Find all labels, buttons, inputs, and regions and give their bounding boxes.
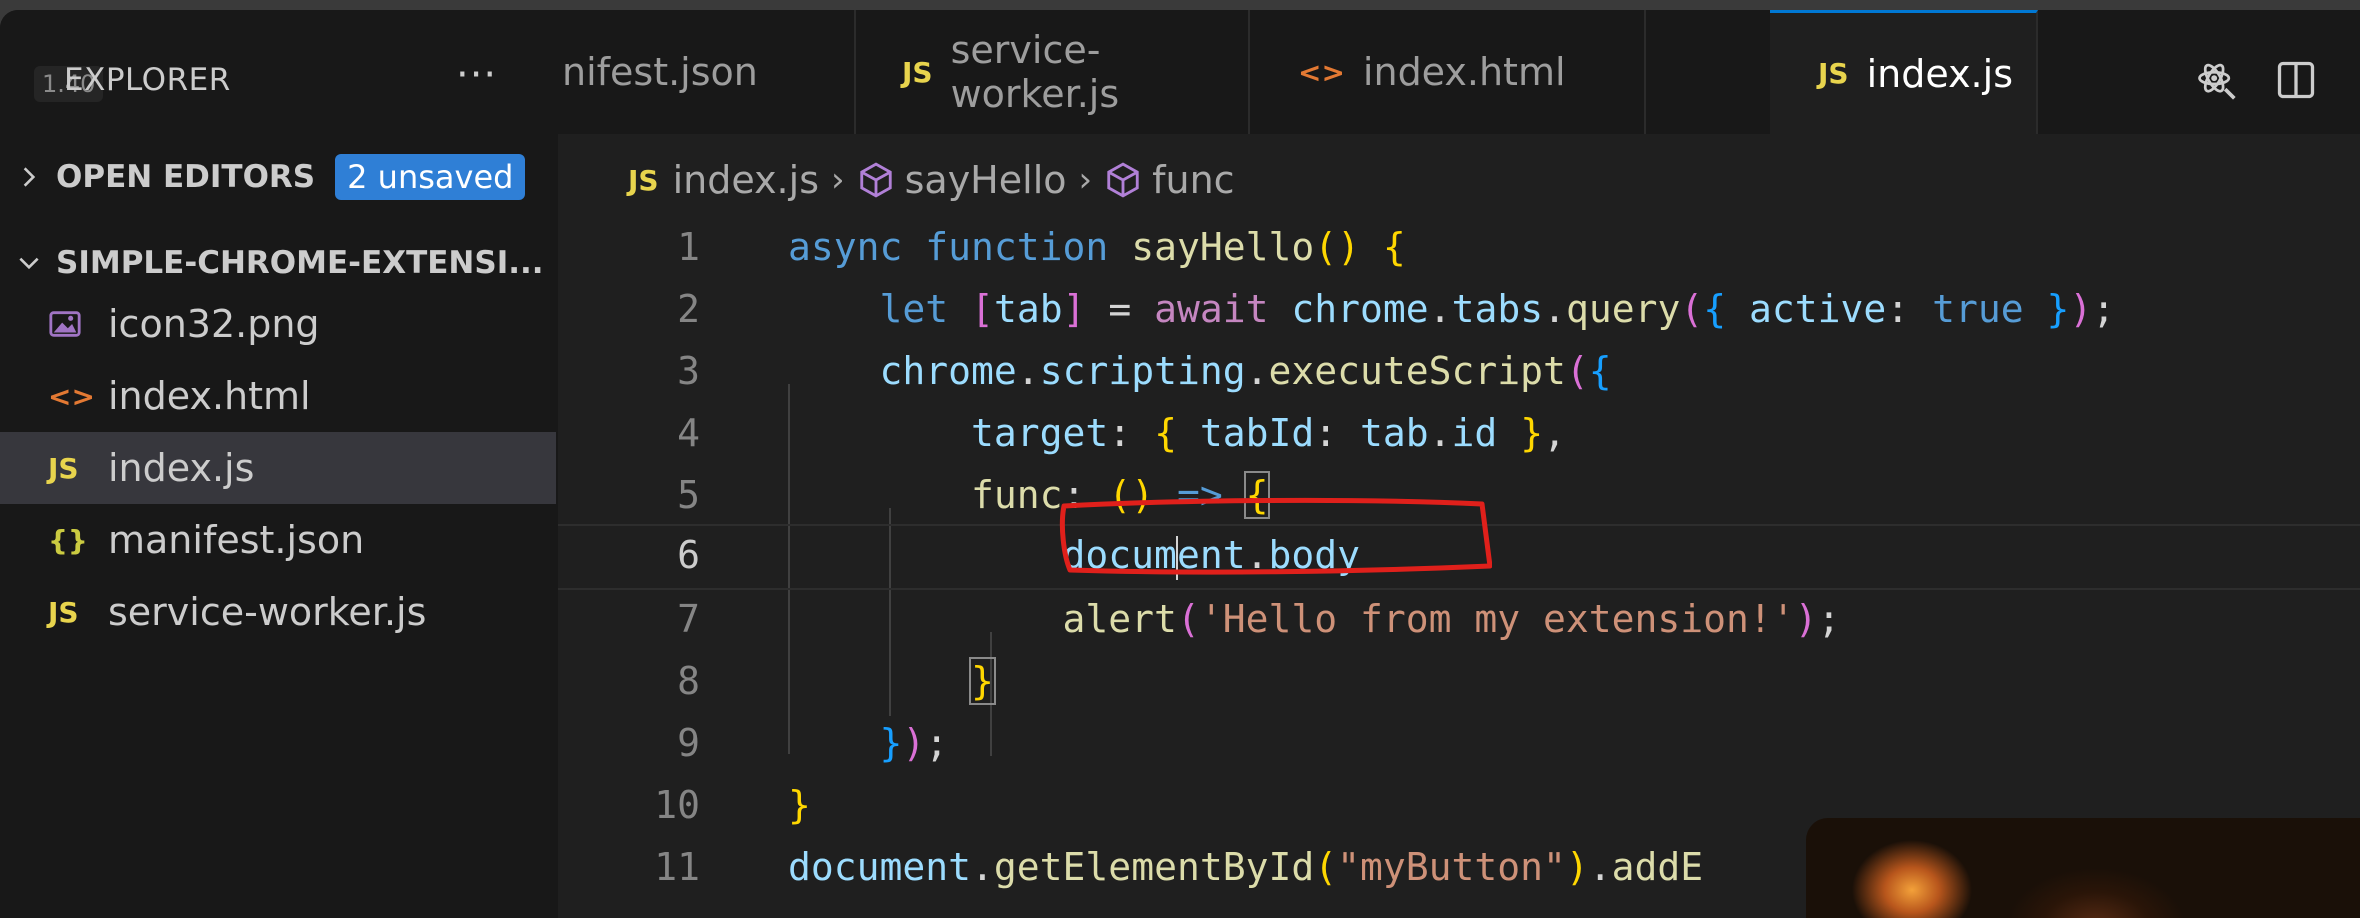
chevron-right-icon: › [831, 160, 845, 200]
tab-label: service-worker.js [950, 28, 1120, 116]
file-item[interactable]: <> index.html [0, 360, 556, 432]
code-text: }); [879, 721, 949, 765]
tab-index-html[interactable]: <> index.html [1248, 10, 1646, 134]
code-line: 7 alert('Hello from my extension!'); [558, 588, 2360, 650]
breadcrumb-symbol[interactable]: func [1152, 158, 1234, 202]
editor-tab-bar: nifest.json JS service-worker.js <> inde… [558, 10, 2360, 136]
code-text: chrome.scripting.executeScript({ [879, 349, 1612, 393]
js-icon: JS [48, 595, 79, 629]
line-number: 2 [677, 287, 700, 331]
code-line: 9 }); [558, 712, 2360, 774]
breadcrumb-symbol[interactable]: sayHello [905, 158, 1067, 202]
code-text: alert('Hello from my extension!'); [1062, 597, 1841, 641]
file-item[interactable]: JS service-worker.js [0, 576, 556, 648]
line-number: 8 [677, 659, 700, 703]
line-number: 4 [677, 411, 700, 455]
method-cube-icon [859, 162, 892, 198]
open-editors-section[interactable]: OPEN EDITORS 2 unsaved [0, 146, 556, 208]
line-number: 9 [677, 721, 700, 765]
file-item[interactable]: {} manifest.json [0, 504, 556, 576]
code-line: 8 } [558, 650, 2360, 712]
code-line: 2 let [tab] = await chrome.tabs.query({ … [558, 278, 2360, 340]
tab-label: index.js [1866, 51, 2013, 96]
split-editor-icon[interactable] [2274, 58, 2318, 102]
file-name: manifest.json [108, 518, 365, 562]
line-number: 11 [654, 845, 700, 889]
line-number: 5 [677, 473, 700, 517]
js-icon: JS [902, 55, 933, 89]
js-icon: JS [1818, 57, 1849, 90]
vscode-window: 1.40 EXPLORER ··· OPEN EDITORS 2 unsaved… [0, 10, 2360, 918]
tab-index-js[interactable]: JS index.js [1770, 10, 2038, 134]
line-number: 10 [654, 783, 700, 827]
react-preview-icon[interactable] [2194, 58, 2238, 102]
breadcrumb-file[interactable]: index.js [673, 158, 819, 202]
file-name: icon32.png [108, 302, 320, 346]
line-number: 3 [677, 349, 700, 393]
file-name: service-worker.js [108, 590, 427, 634]
line-number: 6 [677, 533, 700, 577]
more-actions-icon[interactable]: ··· [456, 52, 497, 98]
code-text: target: { tabId: tab.id }, [971, 411, 1566, 455]
chevron-right-icon: › [1078, 160, 1093, 200]
chevron-down-icon [0, 250, 56, 276]
unsaved-badge: 2 unsaved [335, 154, 526, 200]
explorer-title: EXPLORER [64, 62, 231, 98]
tab-label: index.html [1362, 50, 1566, 94]
file-name: index.js [108, 446, 255, 490]
code-text: let [tab] = await chrome.tabs.query({ ac… [879, 287, 2116, 331]
code-line: 1 async function sayHello() { [558, 216, 2360, 278]
annotation-circle [1059, 497, 1492, 575]
code-line: 4 target: { tabId: tab.id }, [558, 402, 2360, 464]
open-editors-label: OPEN EDITORS [56, 159, 316, 195]
tab-label: nifest.json [562, 50, 758, 94]
chevron-right-icon [0, 164, 56, 190]
code-text: } [788, 783, 811, 827]
tab-manifest[interactable]: nifest.json [558, 10, 856, 134]
line-number: 7 [677, 597, 700, 641]
tab-service-worker[interactable]: JS service-worker.js [852, 10, 1250, 134]
file-name: index.html [108, 374, 311, 418]
explorer-sidebar: 1.40 EXPLORER ··· OPEN EDITORS 2 unsaved… [0, 10, 560, 918]
method-cube-icon [1107, 162, 1139, 198]
code-line: 3 chrome.scripting.executeScript({ [558, 340, 2360, 402]
image-icon [48, 307, 108, 341]
code-text: } [788, 650, 996, 712]
json-icon: {} [48, 523, 88, 557]
breadcrumb: JS index.js › sayHello › func [628, 152, 1235, 208]
webcam-overlay [1806, 818, 2360, 918]
js-icon: JS [628, 163, 659, 197]
code-text: document.getElementById("myButton").addE [788, 845, 1704, 889]
html-icon: <> [1298, 55, 1345, 89]
file-item[interactable]: icon32.png [0, 288, 556, 360]
file-item-selected[interactable]: JS index.js [0, 432, 556, 504]
matching-bracket: } [969, 657, 996, 705]
line-number: 1 [677, 225, 700, 269]
folder-label: SIMPLE-CHROME-EXTENSI... [56, 245, 544, 281]
code-text: async function sayHello() { [788, 225, 1406, 269]
folder-section[interactable]: SIMPLE-CHROME-EXTENSI... [0, 232, 556, 294]
js-icon: JS [48, 451, 79, 485]
html-icon: <> [48, 379, 95, 413]
